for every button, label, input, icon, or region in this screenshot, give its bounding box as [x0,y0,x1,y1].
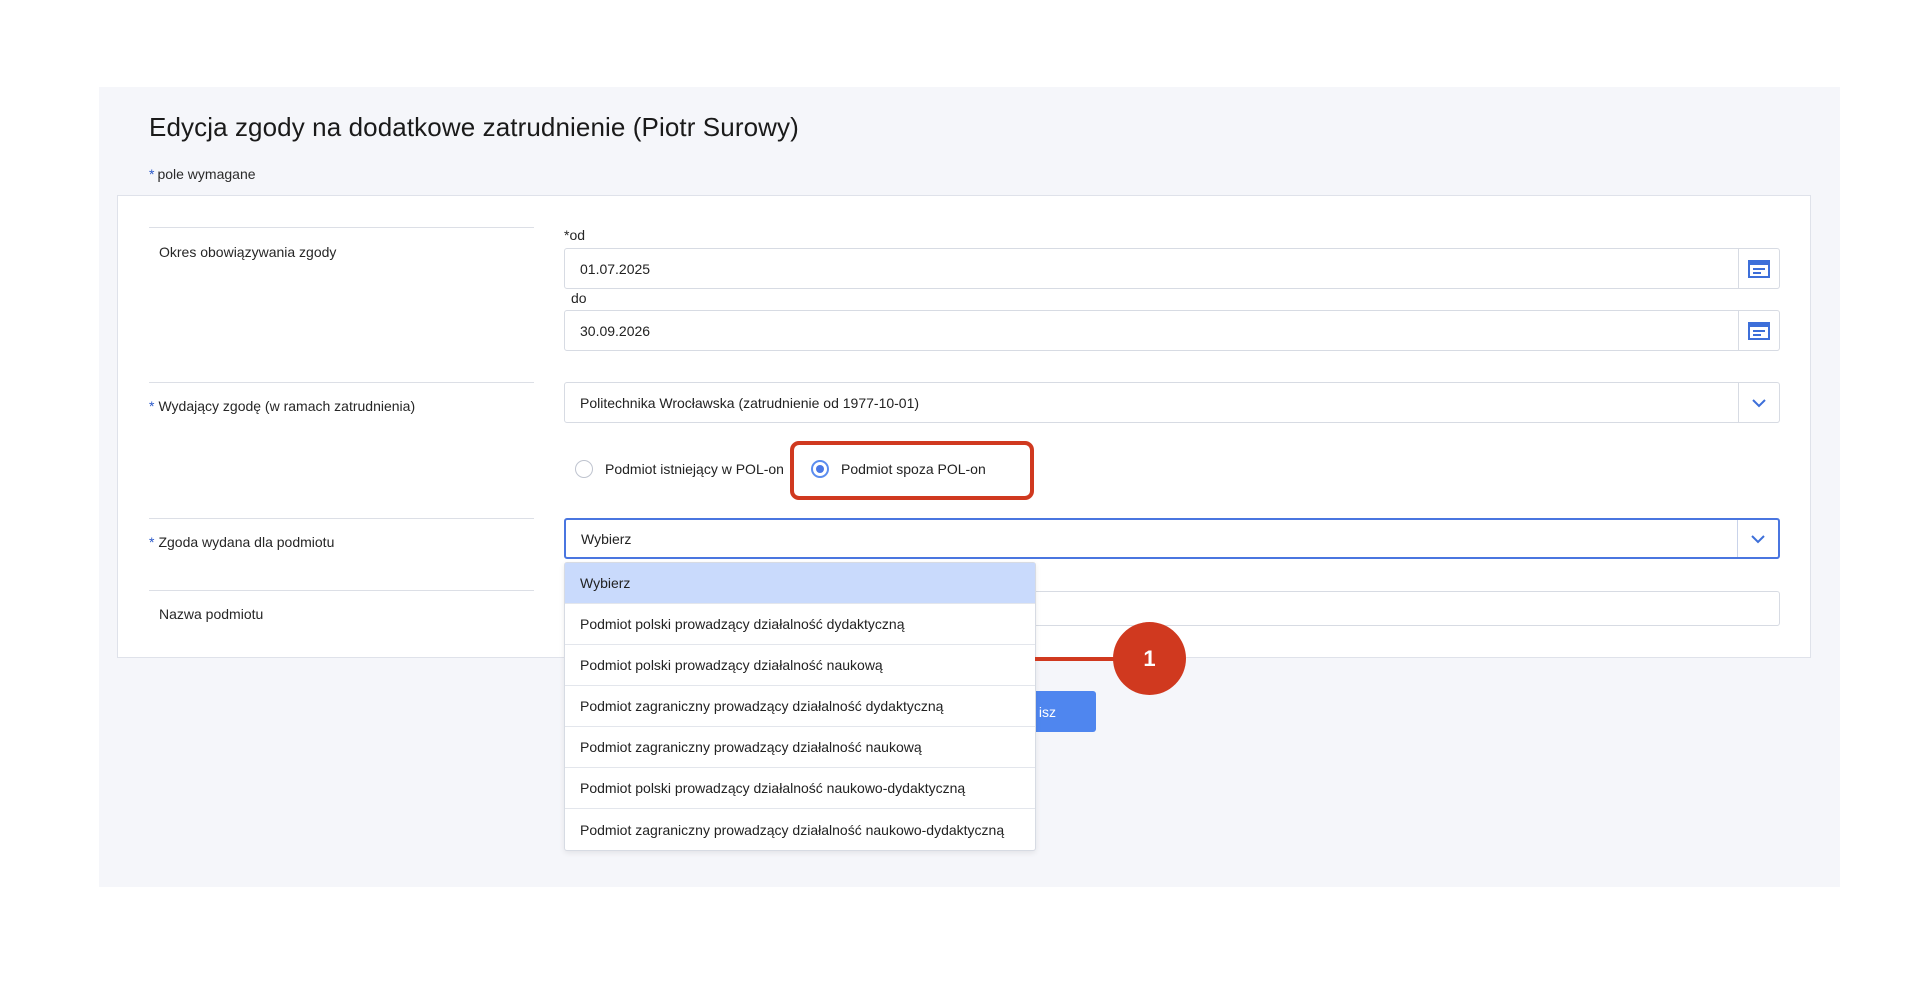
dropdown-list: Wybierz Podmiot polski prowadzący działa… [564,562,1036,851]
radio-label: Podmiot istniejący w POL-on [605,461,784,477]
chevron-down-icon[interactable] [1737,520,1778,557]
dropdown-item[interactable]: Podmiot polski prowadzący działalność na… [565,645,1035,686]
row-divider [149,590,534,591]
callout-line [1035,657,1117,661]
nazwa-label: Nazwa podmiotu [159,606,264,622]
required-note-text: pole wymagane [157,166,256,182]
wydajacy-value: Politechnika Wrocławska (zatrudnienie od… [580,394,920,411]
wydajacy-label: * Wydający zgodę (w ramach zatrudnienia) [149,398,415,414]
wydajacy-label-text: Wydający zgodę (w ramach zatrudnienia) [158,398,416,414]
calendar-icon[interactable] [1738,249,1779,288]
dropdown-item[interactable]: Podmiot polski prowadzący działalność dy… [565,604,1035,645]
page-title: Edycja zgody na dodatkowe zatrudnienie (… [149,112,799,142]
radio-button[interactable] [575,460,593,478]
required-star: * [149,534,155,550]
zgoda-value: Wybierz [581,530,632,547]
save-button-label: isz [1038,703,1056,720]
annotation-highlight [790,441,1034,500]
zgoda-label: * Zgoda wydana dla podmiotu [149,534,334,550]
required-star: * [149,398,155,414]
okres-label: Okres obowiązywania zgody [159,244,337,260]
dropdown-item[interactable]: Wybierz [565,563,1035,604]
row-divider [149,518,534,519]
required-note: * pole wymagane [149,166,256,182]
dropdown-item[interactable]: Podmiot zagraniczny prowadzący działalno… [565,686,1035,727]
zgoda-select[interactable]: Wybierz [564,518,1780,559]
to-label: do [571,290,587,306]
zgoda-label-text: Zgoda wydana dla podmiotu [158,534,335,550]
date-to-value: 30.09.2026 [580,322,651,339]
date-to-field[interactable]: 30.09.2026 [564,310,1780,351]
radio-polon-existing[interactable]: Podmiot istniejący w POL-on [575,460,784,478]
row-divider [149,227,534,228]
row-divider [149,382,534,383]
dropdown-item[interactable]: Podmiot zagraniczny prowadzący działalno… [565,727,1035,768]
calendar-icon[interactable] [1738,311,1779,350]
date-from-value: 01.07.2025 [580,260,651,277]
wydajacy-select[interactable]: Politechnika Wrocławska (zatrudnienie od… [564,382,1780,423]
date-from-field[interactable]: 01.07.2025 [564,248,1780,289]
required-star: * [149,166,155,182]
dropdown-item[interactable]: Podmiot polski prowadzący działalność na… [565,768,1035,809]
dropdown-item[interactable]: Podmiot zagraniczny prowadzący działalno… [565,809,1035,850]
callout-badge: 1 [1113,622,1186,695]
chevron-down-icon[interactable] [1738,383,1779,422]
from-label: *od [564,227,586,243]
